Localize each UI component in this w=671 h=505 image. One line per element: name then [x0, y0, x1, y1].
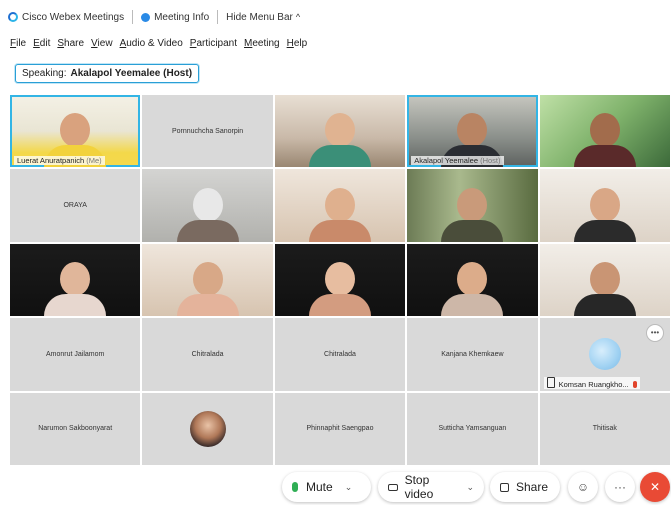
- participant-tile[interactable]: [539, 169, 670, 242]
- participant-tile[interactable]: Amonrut Jailamom: [10, 318, 141, 391]
- participant-name: Amonrut Jailamom: [46, 350, 105, 358]
- share-button[interactable]: Share: [490, 472, 560, 502]
- chevron-up-icon: ^: [295, 12, 301, 22]
- menu-audio-video[interactable]: Audio & Video: [120, 38, 183, 49]
- participant-tile[interactable]: [407, 169, 538, 242]
- chevron-down-icon[interactable]: ⌄: [345, 482, 353, 493]
- share-label: Share: [516, 480, 549, 494]
- menu-meeting[interactable]: Meeting: [244, 38, 280, 49]
- menu-file[interactable]: File: [10, 38, 26, 49]
- participant-tile[interactable]: Thitisak: [539, 392, 670, 465]
- participant-tile[interactable]: [142, 392, 273, 465]
- hide-menu-bar-button[interactable]: Hide Menu Bar ^: [217, 10, 308, 24]
- participant-tile[interactable]: Chitralada: [274, 318, 406, 391]
- participant-name: Kanjana Khemkaew: [441, 350, 504, 358]
- speaking-label: Speaking:: [22, 68, 67, 79]
- participant-name: Phinnaphit Saengpao: [306, 425, 374, 433]
- participant-video: [176, 187, 239, 242]
- hide-menu-bar-label: Hide Menu Bar: [226, 11, 293, 23]
- menu-share[interactable]: Share: [57, 38, 84, 49]
- phone-icon: [546, 376, 555, 388]
- participant-avatar: [588, 338, 621, 371]
- participant-tile[interactable]: Kanjana Khemkaew: [407, 318, 538, 391]
- participant-video: [573, 113, 636, 168]
- stop-video-button[interactable]: Stop video ⌄: [378, 472, 484, 502]
- camera-icon: [388, 483, 398, 491]
- participant-grid: Luerat Anuratpanich (Me) Pornnuchcha San…: [10, 95, 670, 465]
- participant-video: [308, 262, 371, 317]
- participant-tile[interactable]: ••• Komsan Ruangkho...: [539, 318, 670, 391]
- reactions-button[interactable]: ☺: [568, 472, 598, 502]
- share-icon: [500, 482, 509, 492]
- mute-label: Mute: [306, 480, 333, 494]
- participant-tile[interactable]: Chitralada: [142, 318, 273, 391]
- participant-tile[interactable]: ORAYA: [10, 169, 141, 242]
- stop-video-label: Stop video: [404, 473, 434, 501]
- participant-tile[interactable]: [274, 169, 406, 242]
- microphone-icon: [292, 482, 298, 492]
- meeting-info-button[interactable]: Meeting Info: [132, 10, 217, 24]
- more-icon: ···: [614, 480, 626, 494]
- participant-tile[interactable]: Narumon Sakboonyarat: [10, 392, 141, 465]
- app-title: Cisco Webex Meetings: [0, 10, 132, 24]
- participant-name: Chitralada: [191, 350, 224, 358]
- participant-tile[interactable]: Pornnuchcha Sanorpin: [142, 95, 273, 168]
- participant-video: [441, 187, 504, 242]
- participant-tile[interactable]: [274, 95, 406, 168]
- more-options-icon[interactable]: •••: [645, 324, 664, 343]
- participant-tile[interactable]: Luerat Anuratpanich (Me): [10, 95, 141, 168]
- participant-video: [441, 262, 504, 317]
- participant-name: Pornnuchcha Sanorpin: [171, 127, 244, 135]
- menu-participant[interactable]: Participant: [190, 38, 237, 49]
- info-icon: [141, 12, 151, 22]
- emoji-icon: ☺: [576, 480, 590, 494]
- participant-name-label: Luerat Anuratpanich (Me): [14, 156, 105, 166]
- more-options-button[interactable]: ···: [605, 472, 635, 502]
- webex-logo-icon: [8, 12, 18, 22]
- participant-tile[interactable]: [539, 243, 670, 317]
- muted-mic-icon: [632, 380, 637, 388]
- participant-video: [573, 187, 636, 242]
- participant-video: [573, 262, 636, 317]
- participant-tile[interactable]: [142, 169, 273, 242]
- meeting-controls: Mute ⌄ Stop video ⌄ Share ☺ ··· ✕: [0, 468, 671, 505]
- participant-name: ORAYA: [63, 202, 87, 210]
- participant-tile[interactable]: [274, 243, 406, 317]
- participant-tile[interactable]: Akalapol Yeemalee (Host): [407, 95, 538, 168]
- menu-bar: File Edit Share View Audio & Video Parti…: [0, 34, 671, 52]
- menu-view[interactable]: View: [91, 38, 113, 49]
- participant-name: Thitisak: [592, 425, 617, 433]
- end-call-button[interactable]: ✕: [640, 472, 670, 502]
- participant-name-label: Akalapol Yeemalee (Host): [411, 156, 504, 166]
- participant-name-label: Komsan Ruangkho...: [543, 376, 640, 389]
- participant-name: Sutticha Yamsanguan: [438, 425, 507, 433]
- participant-avatar: [189, 410, 226, 447]
- participant-video: [308, 113, 371, 168]
- participant-tile[interactable]: Phinnaphit Saengpao: [274, 392, 406, 465]
- participant-video: [308, 187, 371, 242]
- chevron-down-icon[interactable]: ⌄: [466, 482, 474, 493]
- participant-name: Chitralada: [324, 350, 356, 358]
- participant-tile[interactable]: [10, 243, 141, 317]
- participant-name: Narumon Sakboonyarat: [38, 425, 113, 433]
- speaking-name: Akalapol Yeemalee (Host): [70, 68, 193, 79]
- meeting-info-label: Meeting Info: [154, 11, 210, 23]
- title-bar: Cisco Webex Meetings Meeting Info Hide M…: [0, 0, 671, 34]
- close-icon: ✕: [649, 480, 661, 494]
- participant-tile[interactable]: Sutticha Yamsanguan: [407, 392, 538, 465]
- participant-tile[interactable]: [539, 95, 670, 168]
- speaking-indicator: Speaking: Akalapol Yeemalee (Host): [15, 64, 200, 83]
- app-name: Cisco Webex Meetings: [22, 11, 125, 23]
- menu-help[interactable]: Help: [287, 38, 308, 49]
- participant-video: [44, 262, 107, 317]
- mute-button[interactable]: Mute ⌄: [282, 472, 371, 502]
- menu-edit[interactable]: Edit: [33, 38, 50, 49]
- participant-tile[interactable]: [407, 243, 538, 317]
- participant-tile[interactable]: [142, 243, 273, 317]
- participant-video: [176, 262, 239, 317]
